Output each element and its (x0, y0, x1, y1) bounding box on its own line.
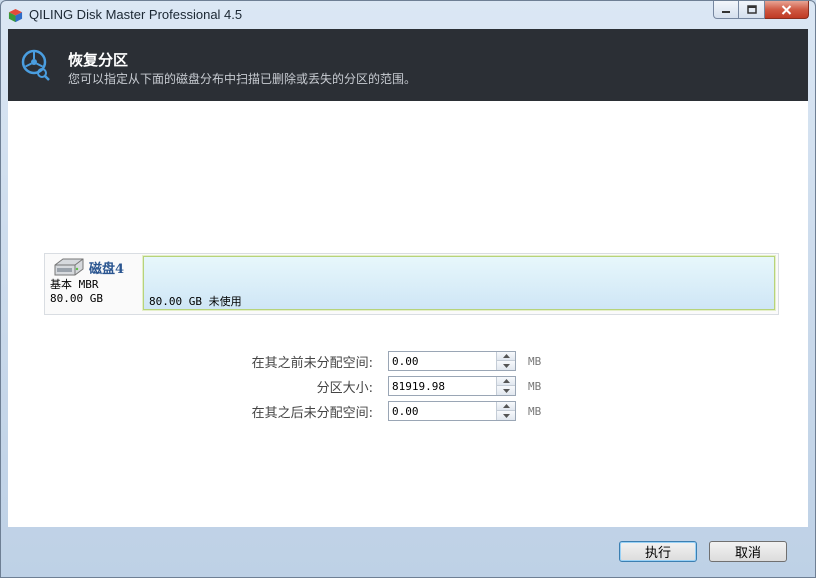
window-title: QILING Disk Master Professional 4.5 (29, 7, 243, 22)
close-button[interactable] (765, 1, 809, 19)
before-space-stepper[interactable] (388, 351, 516, 371)
after-space-input[interactable] (389, 402, 496, 420)
chevron-down-icon (502, 413, 510, 418)
spin-up-button[interactable] (497, 377, 515, 386)
wizard-header: 恢复分区 您可以指定从下面的磁盘分布中扫描已删除或丢失的分区的范围。 (8, 29, 808, 101)
before-space-input[interactable] (389, 352, 496, 370)
after-space-stepper[interactable] (388, 401, 516, 421)
app-window: QILING Disk Master Professional 4.5 恢复分区… (0, 0, 816, 578)
before-space-spin (496, 352, 515, 370)
spin-up-button[interactable] (497, 402, 515, 411)
after-space-spin (496, 402, 515, 420)
chevron-down-icon (502, 363, 510, 368)
chevron-up-icon (502, 354, 510, 358)
minimize-icon (722, 10, 730, 13)
cancel-button[interactable]: 取消 (709, 541, 787, 562)
page-title: 恢复分区 (68, 51, 129, 69)
chevron-up-icon (502, 404, 510, 408)
disk-size: 80.00 GB (50, 292, 103, 305)
page-subtitle: 您可以指定从下面的磁盘分布中扫描已删除或丢失的分区的范围。 (68, 72, 417, 86)
disk-name: 磁盘4 (89, 262, 125, 277)
before-space-unit: MB (528, 355, 542, 368)
recover-partition-icon (21, 49, 50, 81)
partition-label: 80.00 GB 未使用 (149, 295, 242, 308)
after-space-unit: MB (528, 405, 542, 418)
before-space-label: 在其之前未分配空间: (251, 356, 373, 371)
spin-up-button[interactable] (497, 352, 515, 361)
execute-button[interactable]: 执行 (619, 541, 697, 562)
close-icon (781, 4, 792, 15)
spin-down-button[interactable] (497, 386, 515, 395)
app-cube-icon (8, 8, 23, 23)
disk-row[interactable]: 磁盘4 基本 MBR 80.00 GB 80.00 GB 未使用 (44, 253, 779, 315)
partition-size-label: 分区大小: (316, 381, 373, 396)
unallocated-partition[interactable]: 80.00 GB 未使用 (142, 255, 776, 311)
partition-size-unit: MB (528, 380, 542, 393)
after-space-label: 在其之后未分配空间: (251, 406, 373, 421)
spin-down-button[interactable] (497, 361, 515, 370)
partition-size-input[interactable] (389, 377, 496, 395)
disk-info[interactable]: 磁盘4 基本 MBR 80.00 GB (45, 254, 141, 314)
spin-down-button[interactable] (497, 411, 515, 420)
chevron-down-icon (502, 388, 510, 393)
maximize-button[interactable] (739, 1, 765, 19)
partition-size-stepper[interactable] (388, 376, 516, 396)
partition-size-spin (496, 377, 515, 395)
disk-type: 基本 MBR (50, 278, 99, 291)
window-controls (713, 1, 809, 21)
maximize-icon (746, 5, 757, 14)
minimize-button[interactable] (713, 1, 739, 19)
chevron-up-icon (502, 379, 510, 383)
content-panel: 磁盘4 基本 MBR 80.00 GB 80.00 GB 未使用 在其之前未分配… (8, 101, 808, 562)
title-bar[interactable]: QILING Disk Master Professional 4.5 (1, 1, 815, 29)
